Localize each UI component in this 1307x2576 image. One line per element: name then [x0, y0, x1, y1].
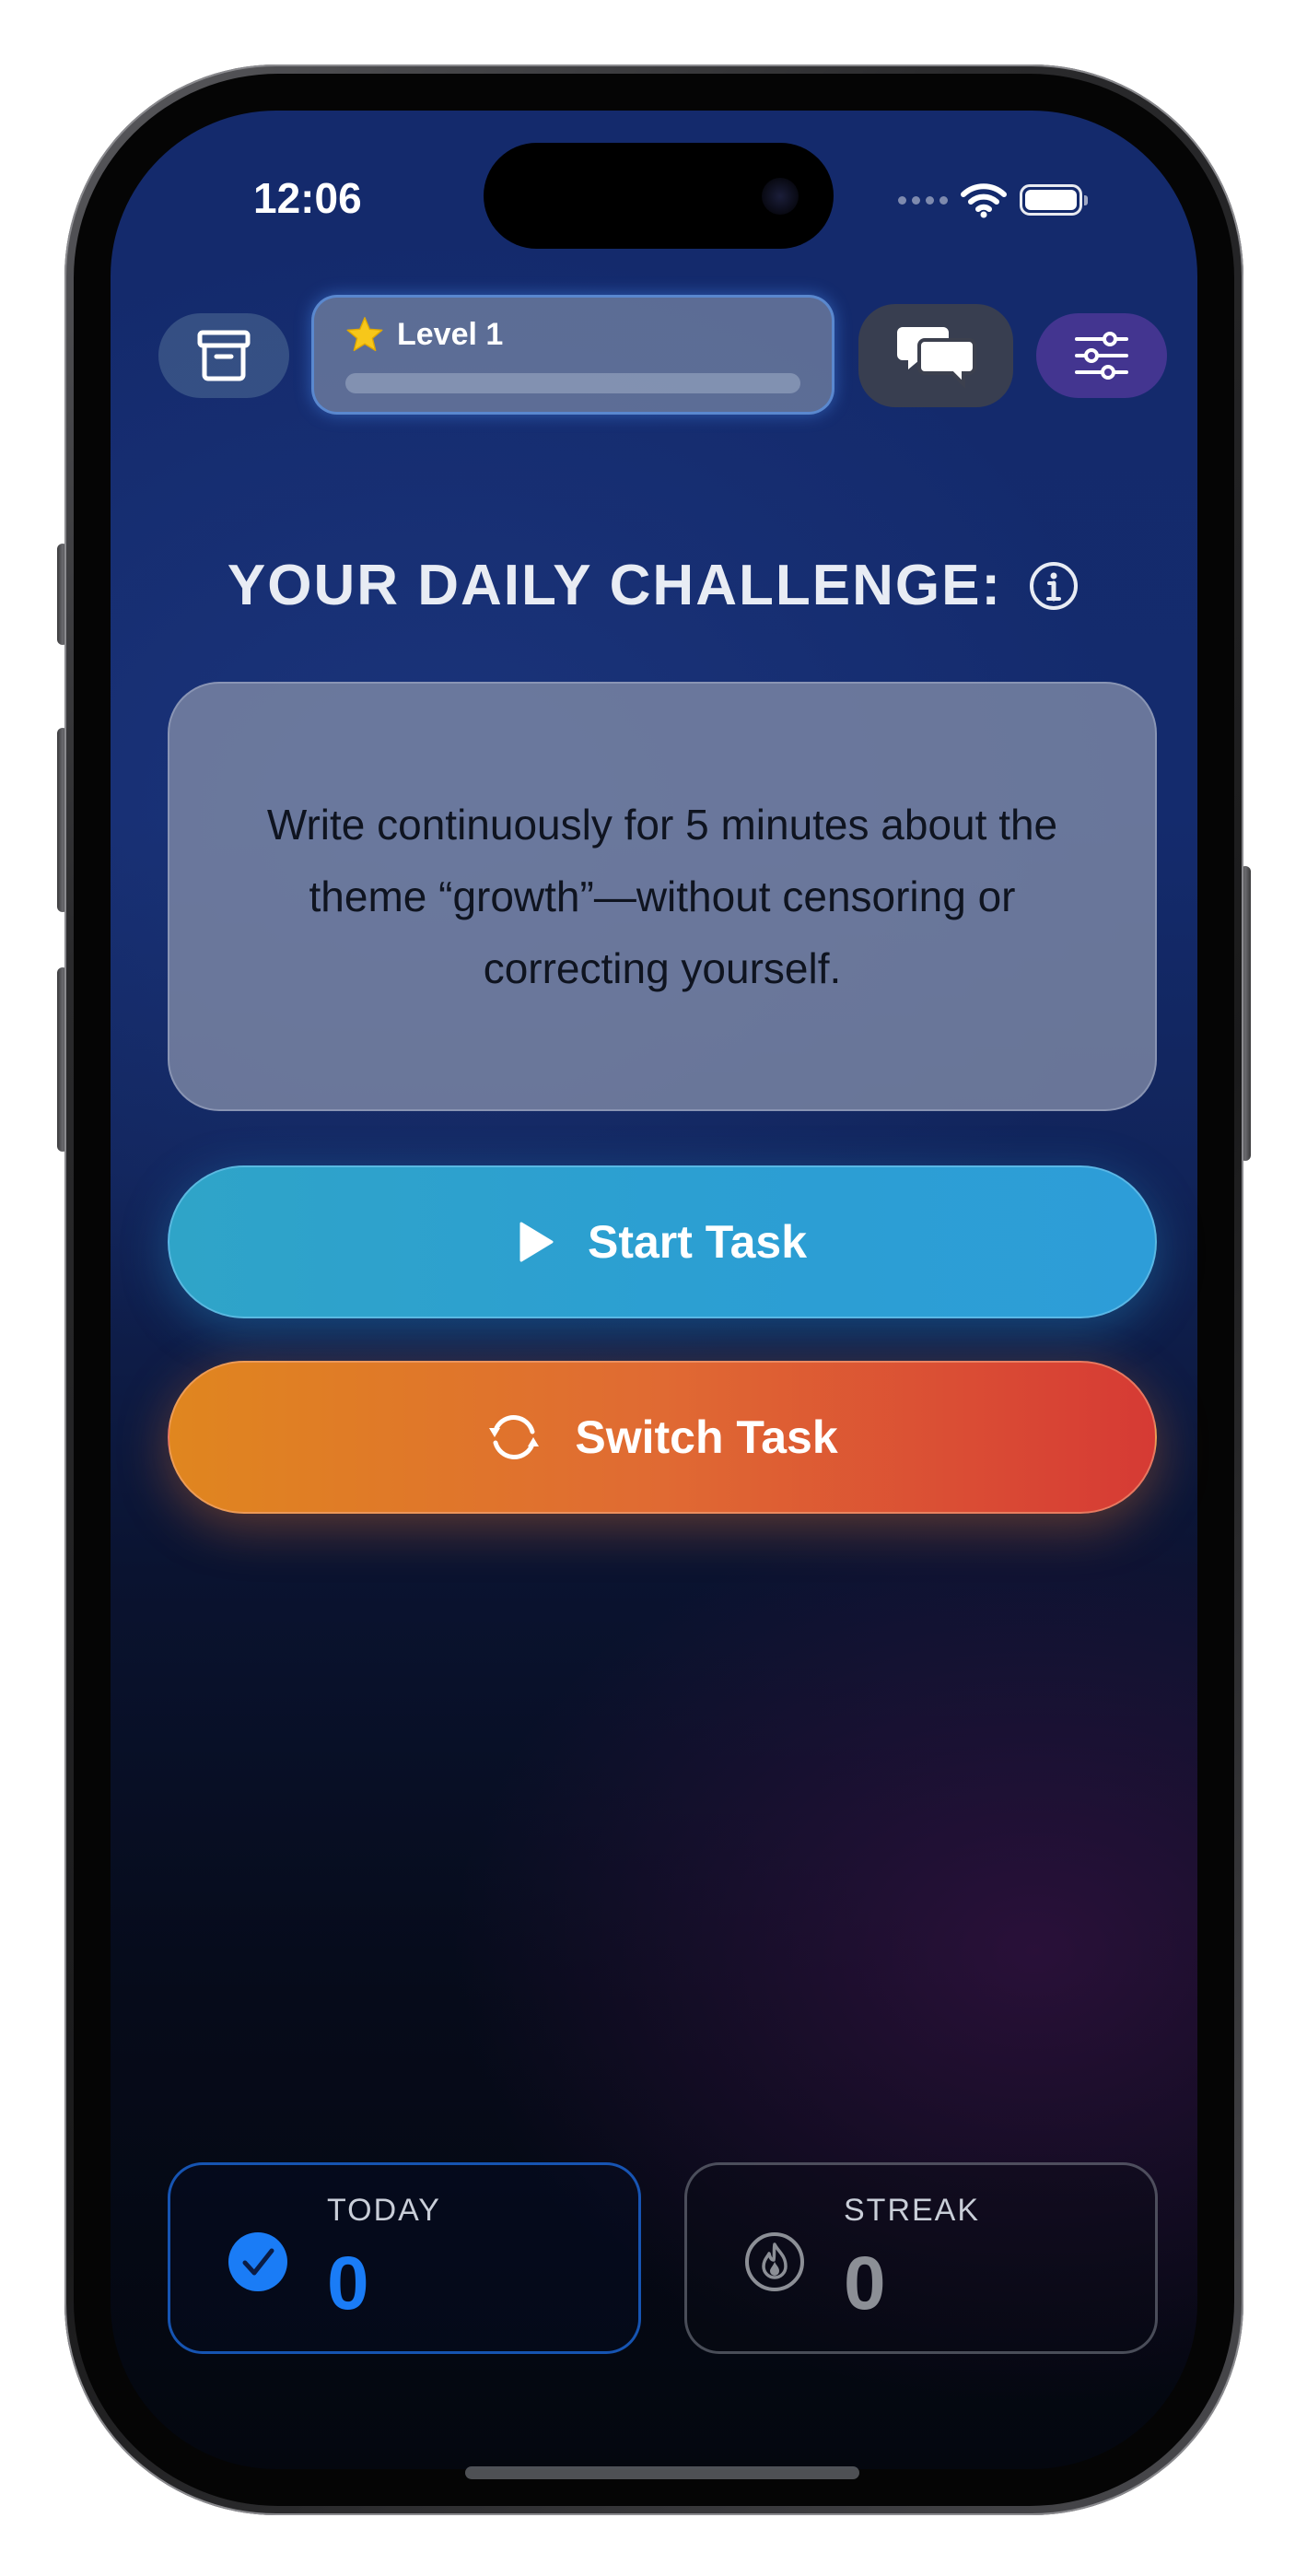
level-progress-bar	[345, 373, 800, 393]
status-time: 12:06	[253, 174, 362, 222]
challenge-text: Write continuously for 5 minutes about t…	[266, 801, 1058, 992]
chat-button[interactable]	[858, 304, 1013, 407]
chat-bubbles-icon	[897, 327, 976, 388]
sliders-icon	[1075, 332, 1128, 380]
today-value: 0	[327, 2242, 369, 2325]
start-task-label: Start Task	[587, 1216, 808, 1268]
level-row: Level 1	[345, 316, 503, 353]
checkmark-circle-icon	[228, 2232, 287, 2291]
archive-button[interactable]	[158, 313, 289, 398]
dynamic-island	[484, 143, 834, 249]
streak-label: STREAK	[844, 2193, 981, 2228]
status-icons	[898, 180, 1088, 220]
switch-task-button[interactable]: Switch Task	[168, 1361, 1157, 1514]
front-camera	[762, 178, 799, 215]
streak-value: 0	[844, 2242, 886, 2325]
flame-icon	[745, 2232, 804, 2291]
today-stat-card: TODAY 0	[168, 2162, 641, 2354]
cellular-dots-icon	[898, 195, 948, 205]
switch-task-label: Switch Task	[575, 1411, 838, 1463]
challenge-heading: YOUR DAILY CHALLENGE:	[227, 554, 1003, 617]
wifi-icon	[961, 183, 1007, 218]
settings-button[interactable]	[1036, 313, 1167, 398]
info-circle-icon[interactable]	[1028, 560, 1079, 612]
streak-stat-card: STREAK 0	[684, 2162, 1158, 2354]
start-task-button[interactable]: Start Task	[168, 1165, 1157, 1318]
level-progress-card[interactable]: Level 1	[311, 295, 834, 415]
battery-icon	[1020, 184, 1088, 216]
star-icon	[346, 317, 383, 352]
today-label: TODAY	[327, 2193, 441, 2228]
level-label: Level 1	[397, 316, 504, 352]
refresh-icon	[489, 1415, 540, 1459]
challenge-card: Write continuously for 5 minutes about t…	[168, 682, 1157, 1111]
play-icon	[519, 1222, 554, 1262]
archive-box-icon	[197, 330, 251, 381]
home-indicator[interactable]	[465, 2466, 859, 2479]
challenge-heading-row: YOUR DAILY CHALLENGE:	[0, 553, 1307, 618]
